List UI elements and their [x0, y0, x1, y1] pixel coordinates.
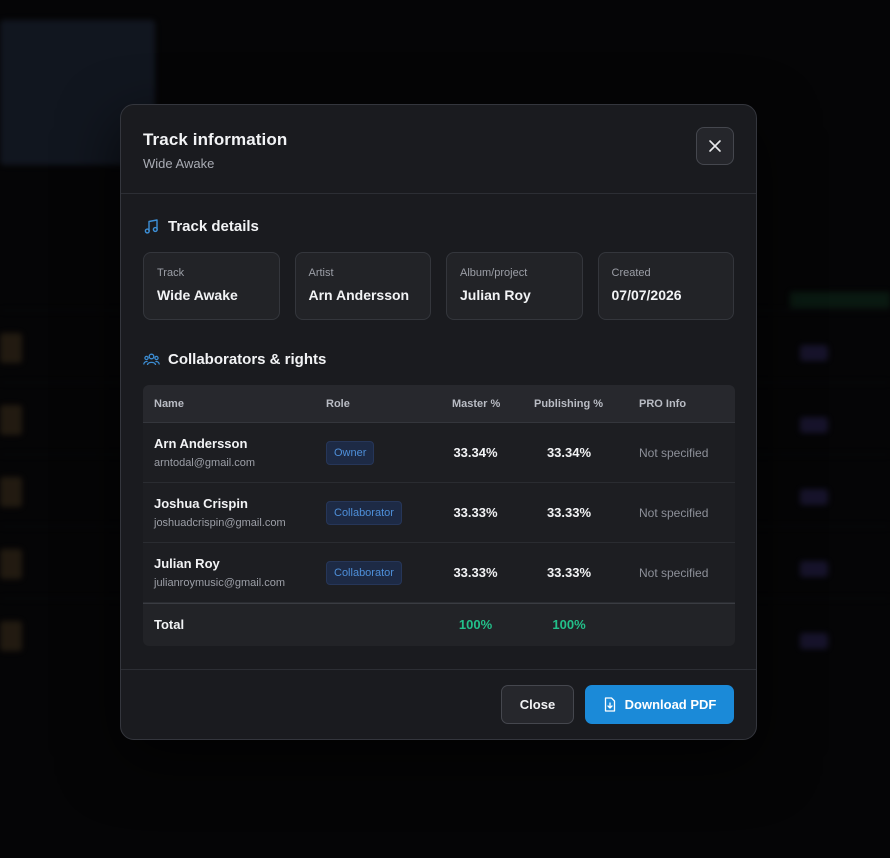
table-row: Julian Roy julianroymusic@gmail.com Coll…: [143, 543, 735, 603]
modal-title: Track information: [143, 130, 288, 149]
role-badge: Owner: [326, 440, 375, 465]
track-details-title: Track details: [168, 218, 259, 235]
publishing-percent: 33.33%: [546, 504, 592, 520]
collaborators-heading: Collaborators & rights: [143, 351, 734, 368]
column-header-role: Role: [326, 397, 350, 410]
total-publishing-percent: 100%: [552, 617, 586, 632]
collaborator-name: Julian Roy: [154, 556, 220, 571]
master-percent: 33.33%: [453, 564, 498, 580]
card-label: Album/project: [460, 267, 528, 279]
collaborator-name: Joshua Crispin: [154, 496, 248, 511]
total-master-percent: 100%: [458, 617, 493, 632]
download-pdf-label: Download PDF: [624, 697, 717, 712]
collaborator-email: arntodal@gmail.com: [154, 457, 256, 469]
background-highlight: [790, 292, 890, 308]
card-value: Arn Andersson: [308, 287, 410, 303]
role-badge: Collaborator: [326, 500, 402, 525]
track-card: Track Wide Awake: [143, 252, 280, 320]
album-card: Album/project Julian Roy: [446, 252, 583, 320]
track-details-cards: Track Wide Awake Artist Arn Andersson Al…: [143, 252, 734, 320]
column-header-pro: PRO Info: [639, 397, 687, 410]
pro-info: Not specified: [639, 565, 709, 580]
table-header: Name Role Master % Publishing % PRO Info: [143, 385, 735, 423]
modal-body: Track details Track Wide Awake Artist Ar…: [121, 218, 756, 646]
role-badge: Collaborator: [326, 560, 402, 585]
card-label: Artist: [308, 267, 334, 279]
file-download-icon: [604, 697, 615, 712]
publishing-percent: 33.33%: [546, 564, 592, 580]
close-modal-button[interactable]: [696, 127, 734, 165]
modal-subtitle: Wide Awake: [143, 156, 215, 171]
card-label: Track: [157, 267, 185, 279]
modal-footer: Close Download PDF: [121, 669, 756, 739]
total-label: Total: [154, 617, 185, 632]
artist-card: Artist Arn Andersson: [294, 252, 431, 320]
pro-info: Not specified: [639, 445, 709, 460]
table-total-row: Total 100% 100%: [143, 603, 735, 646]
card-value: Wide Awake: [157, 287, 238, 303]
column-header-publishing: Publishing %: [534, 397, 604, 410]
card-value: Julian Roy: [460, 287, 531, 303]
collaborator-email: julianroymusic@gmail.com: [154, 577, 285, 589]
close-button[interactable]: Close: [501, 685, 574, 724]
download-pdf-button[interactable]: Download PDF: [585, 685, 734, 724]
created-card: Created 07/07/2026: [597, 252, 734, 320]
column-header-master: Master %: [452, 397, 501, 410]
column-header-name: Name: [154, 397, 184, 410]
master-percent: 33.34%: [453, 444, 498, 460]
collaborators-title: Collaborators & rights: [168, 351, 327, 368]
collaborator-email: joshuadcrispin@gmail.com: [154, 517, 286, 529]
track-information-modal: Track information Wide Awake Track detai…: [120, 104, 757, 740]
close-icon: [709, 140, 721, 152]
card-label: Created: [611, 267, 651, 279]
card-value: 07/07/2026: [611, 287, 682, 303]
master-percent: 33.33%: [453, 504, 498, 520]
collaborators-table: Name Role Master % Publishing % PRO Info…: [143, 385, 735, 646]
pro-info: Not specified: [639, 505, 709, 520]
music-note-icon: [144, 219, 158, 234]
table-row: Joshua Crispin joshuadcrispin@gmail.com …: [143, 483, 735, 543]
modal-header: Track information Wide Awake: [121, 105, 756, 194]
track-details-heading: Track details: [143, 218, 734, 235]
publishing-percent: 33.34%: [546, 444, 592, 460]
table-row: Arn Andersson arntodal@gmail.com Owner 3…: [143, 423, 735, 483]
collaborator-name: Arn Andersson: [154, 436, 248, 451]
users-icon: [143, 353, 160, 366]
